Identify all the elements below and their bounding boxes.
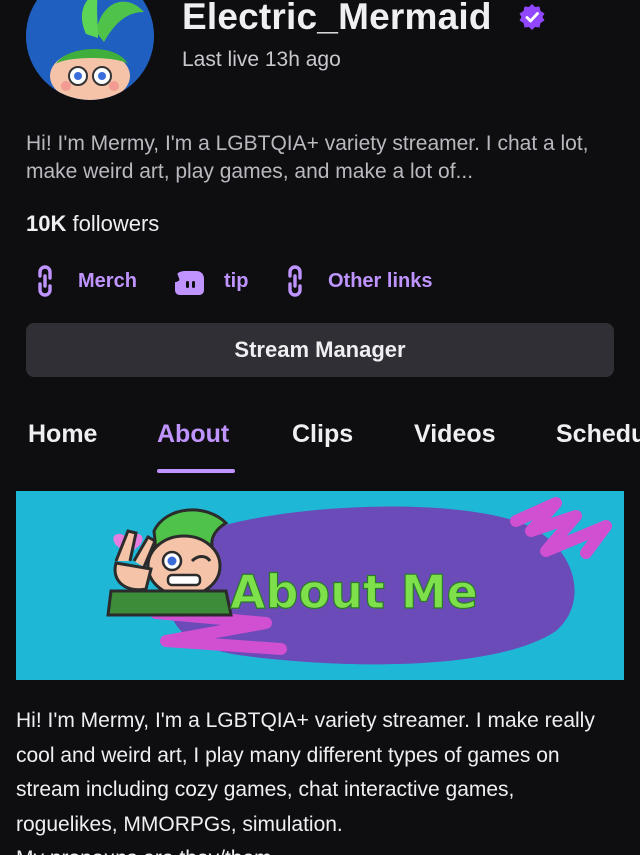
channel-tabs: Home About Clips Videos Schedule: [0, 420, 640, 476]
social-links-row: Merch tip Other links: [30, 262, 630, 300]
bio-preview[interactable]: Hi! I'm Mermy, I'm a LGBTQIA+ variety st…: [26, 130, 616, 186]
tab-clips[interactable]: Clips: [292, 420, 353, 449]
merch-link-label: Merch: [78, 269, 137, 292]
tab-videos[interactable]: Videos: [414, 420, 496, 449]
about-pronouns: My pronouns are they/them: [16, 842, 616, 855]
about-description: Hi! I'm Mermy, I'm a LGBTQIA+ variety st…: [16, 704, 616, 855]
avatar-illustration: [26, 0, 154, 100]
tab-home[interactable]: Home: [28, 420, 97, 449]
followers-number: 10K: [26, 211, 67, 236]
about-paragraph: Hi! I'm Mermy, I'm a LGBTQIA+ variety st…: [16, 709, 595, 836]
channel-about-page: Electric_Mermaid Last live 13h ago Hi! I…: [0, 0, 640, 855]
link-icon: [38, 265, 52, 297]
last-live-status: Last live 13h ago: [182, 48, 341, 71]
streamlabs-icon: [172, 269, 204, 295]
about-banner: About Me: [16, 491, 624, 680]
merch-link[interactable]: Merch: [30, 262, 137, 300]
followers-label: followers: [72, 211, 160, 236]
channel-avatar[interactable]: [26, 0, 154, 100]
tip-link[interactable]: tip: [172, 262, 248, 300]
tab-about[interactable]: About: [157, 420, 229, 449]
channel-name: Electric_Mermaid: [182, 0, 492, 37]
verified-badge-icon: [519, 4, 545, 30]
other-links-link[interactable]: Other links: [280, 262, 432, 300]
about-banner-art: About Me: [16, 491, 624, 680]
other-links-label: Other links: [328, 269, 433, 292]
tip-link-label: tip: [224, 269, 249, 292]
followers-count[interactable]: 10K followers: [26, 211, 159, 237]
about-banner-title: About Me: [230, 565, 478, 619]
active-tab-indicator: [157, 469, 235, 473]
link-icon: [288, 265, 302, 297]
tab-schedule[interactable]: Schedule: [556, 420, 640, 449]
stream-manager-button[interactable]: Stream Manager: [26, 323, 614, 377]
